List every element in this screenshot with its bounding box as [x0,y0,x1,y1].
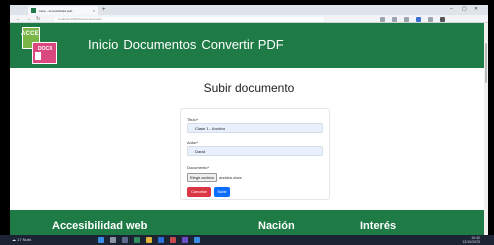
back-icon[interactable]: ← [16,16,21,22]
document-icon [35,52,41,60]
search-icon[interactable] [110,237,116,243]
maximize-button[interactable]: ▢ [462,6,467,12]
close-window-button[interactable]: ✕ [474,6,478,12]
clock-date: 12/10/2023 [462,240,480,244]
forward-icon[interactable]: → [26,16,31,22]
new-tab-button[interactable]: + [102,6,106,14]
word-icon[interactable] [158,237,164,243]
address-bar[interactable]: localhost:3000/documentos/subir [54,16,324,22]
collections-icon[interactable] [404,16,409,22]
submit-button[interactable]: Subir [214,187,230,197]
browser-window: Inicio - Accesibilidad web × + – ▢ ✕ ← →… [10,5,488,235]
file-explorer-icon[interactable] [146,237,152,243]
scrollbar-thumb[interactable] [485,43,487,83]
system-clock[interactable]: 10:42 12/10/2023 [462,236,480,244]
browser-tab[interactable]: Inicio - Accesibilidad web × [28,6,98,15]
footer-heading-accesibilidad: Accesibilidad web [52,220,148,232]
downloads-icon[interactable] [428,16,433,22]
browser-toolbar: ← → ↻ localhost:3000/documentos/subir [10,15,488,23]
tab-title: Inicio - Accesibilidad web [39,8,73,13]
vscode-icon[interactable] [194,237,200,243]
file-input[interactable]: Elegir archivo archivo.docx [187,172,242,182]
title-label: Titulo* [187,117,199,122]
author-input[interactable]: David [187,146,323,156]
logo-docx-text: DOCX [38,46,53,52]
profile-icon[interactable] [416,16,421,22]
site-logo[interactable]: ACCE DOCX [21,27,62,65]
footer-heading-nacion: Nación [258,220,295,232]
windows-taskbar: ☁ 17 Nubl. 10:42 12/10/2023 [0,235,494,245]
settings-menu-icon[interactable] [440,16,445,22]
cancel-button[interactable]: Cancelar [187,187,211,197]
nav-item-convertir-pdf[interactable]: Convertir PDF [201,37,283,52]
nav-item-inicio[interactable]: Inicio [88,37,118,52]
title-input[interactable]: Clase 1 - Archivo [187,123,323,133]
weather-widget[interactable]: ☁ 17 Nubl. [12,237,32,242]
task-view-icon[interactable] [122,237,128,243]
main-nav: Inicio Documentos Convertir PDF [88,37,284,52]
document-label: Documento* [187,165,210,170]
author-label: Autor* [187,140,199,145]
file-name: archivo.docx [219,174,242,180]
choose-file-button[interactable]: Elegir archivo [187,172,218,182]
reload-icon[interactable]: ↻ [36,16,40,22]
site-header: ACCE DOCX Inicio Documentos Convertir PD… [10,23,488,68]
main-content: Subir documento Titulo* Clase 1 - Archiv… [10,68,488,210]
nav-item-documentos[interactable]: Documentos [123,37,196,52]
tab-close-icon[interactable]: × [93,8,95,13]
footer-heading-interes: Interés [360,220,397,232]
windows-start-icon[interactable] [98,237,104,243]
favicon-icon [31,8,36,13]
edge-browser-icon[interactable] [134,237,140,243]
teams-icon[interactable] [182,237,188,243]
site-footer: Accesibilidad web Nación Interés [10,210,488,235]
scrollbar[interactable] [484,23,488,235]
page-title: Subir documento [203,81,295,95]
upload-form: Titulo* Clase 1 - Archivo Autor* David D… [180,108,330,200]
extension-icon[interactable] [380,16,385,22]
minimize-button[interactable]: – [450,6,453,12]
tab-strip: Inicio - Accesibilidad web × + – ▢ ✕ [10,5,488,15]
favorites-icon[interactable] [392,16,397,22]
logo-acce-text: ACCE [21,31,39,37]
app-icon[interactable] [170,237,176,243]
